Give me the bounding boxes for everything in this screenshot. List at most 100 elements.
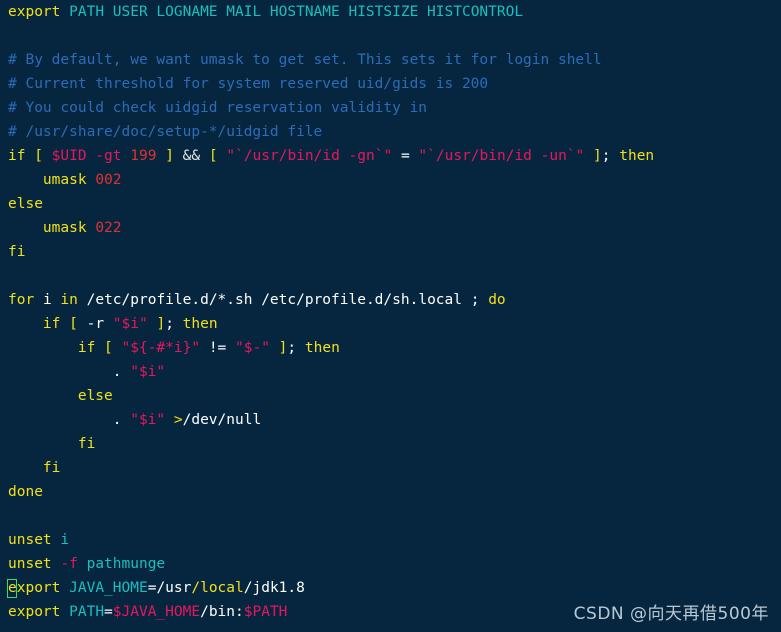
code-token: "$i" (130, 364, 166, 380)
code-token: != (200, 340, 236, 356)
code-token: ] (593, 148, 602, 164)
code-line[interactable]: if [ "${-#*i}" != "$-" ]; then (0, 336, 781, 360)
code-token: "$i" (130, 412, 166, 428)
code-line[interactable]: # You could check uidgid reservation val… (0, 96, 781, 120)
code-line[interactable]: # Current threshold for system reserved … (0, 72, 781, 96)
code-line[interactable]: unset -f pathmunge (0, 552, 781, 576)
code-token: i (42, 292, 52, 308)
code-line[interactable] (0, 504, 781, 528)
code-token: /jdk1.8 (243, 580, 305, 596)
code-token: 002 (95, 172, 122, 188)
code-token: done (8, 484, 43, 500)
code-token: # Current threshold for system reserved … (8, 76, 489, 92)
code-token: ] (165, 148, 174, 164)
code-token: in (60, 292, 78, 308)
code-line[interactable]: . "$i" >/dev/null (0, 408, 781, 432)
code-token: fi (77, 436, 96, 452)
code-token: umask (42, 220, 87, 236)
code-line[interactable]: umask 002 (0, 168, 781, 192)
code-token: unset (8, 556, 52, 572)
editor-screen: export PATH USER LOGNAME MAIL HOSTNAME H… (0, 0, 781, 632)
code-token: . (8, 412, 131, 428)
code-token: PATH (69, 604, 105, 620)
code-line[interactable]: else (0, 192, 781, 216)
code-token: "$i" (112, 316, 148, 332)
code-token: fi (42, 460, 61, 476)
code-line[interactable]: fi (0, 240, 781, 264)
code-token: $UID (51, 148, 87, 164)
code-token: else (8, 196, 43, 212)
code-line[interactable]: fi (0, 432, 781, 456)
csdn-watermark: CSDN @向天再借500年 (573, 604, 769, 624)
code-token: fi (8, 244, 26, 260)
code-token: else (77, 388, 113, 404)
code-token: > (173, 412, 183, 428)
code-token: if (42, 316, 61, 332)
code-line[interactable]: # /usr/share/doc/setup-*/uidgid file (0, 120, 781, 144)
code-line[interactable] (0, 264, 781, 288)
code-token: [ (34, 148, 43, 164)
code-token: export (8, 4, 61, 20)
code-token: [ (69, 316, 78, 332)
code-line[interactable]: # By default, we want umask to get set. … (0, 48, 781, 72)
code-line[interactable] (0, 24, 781, 48)
code-line[interactable]: done (0, 480, 781, 504)
code-token: . (8, 364, 131, 380)
code-token: /usr (156, 580, 192, 596)
code-token: ; (165, 316, 183, 332)
code-line[interactable]: umask 022 (0, 216, 781, 240)
code-line[interactable]: . "$i" (0, 360, 781, 384)
code-line[interactable]: else (0, 384, 781, 408)
code-token: then (304, 340, 340, 356)
code-token: i (60, 532, 70, 548)
code-token: -gt (95, 148, 122, 164)
code-token: export (8, 604, 61, 620)
code-line[interactable]: if [ $UID -gt 199 ] && [ "`/usr/bin/id -… (0, 144, 781, 168)
code-token: /bin: (200, 604, 244, 620)
code-line[interactable]: for i in /etc/profile.d/*.sh /etc/profil… (0, 288, 781, 312)
code-token: export (8, 580, 61, 596)
code-token: ] (156, 316, 166, 332)
code-token: [ (208, 148, 218, 164)
code-token: "`/usr/bin/id -un`" (418, 148, 585, 164)
code-token: -f (60, 556, 78, 572)
code-token: for (8, 292, 35, 308)
code-token: if (8, 148, 26, 164)
code-area[interactable]: export PATH USER LOGNAME MAIL HOSTNAME H… (0, 0, 781, 624)
code-token: /etc/profile.d/*.sh /etc/profile.d/sh.lo… (77, 292, 489, 308)
code-token: $JAVA_HOME (112, 604, 201, 620)
code-token: # By default, we want umask to get set. … (8, 52, 602, 68)
code-token: -r (86, 316, 105, 332)
code-line[interactable]: fi (0, 456, 781, 480)
code-token: ; (287, 340, 305, 356)
code-line[interactable]: if [ -r "$i" ]; then (0, 312, 781, 336)
code-token: pathmunge (86, 556, 166, 572)
code-token: # /usr/share/doc/setup-*/uidgid file (8, 124, 323, 140)
code-token: 199 (130, 148, 157, 164)
code-token: PATH USER LOGNAME MAIL HOSTNAME HISTSIZE… (69, 4, 524, 20)
code-line[interactable]: export JAVA_HOME=/usr/local/jdk1.8 (0, 576, 781, 600)
code-line[interactable]: export PATH USER LOGNAME MAIL HOSTNAME H… (0, 0, 781, 24)
code-line[interactable]: unset i (0, 528, 781, 552)
